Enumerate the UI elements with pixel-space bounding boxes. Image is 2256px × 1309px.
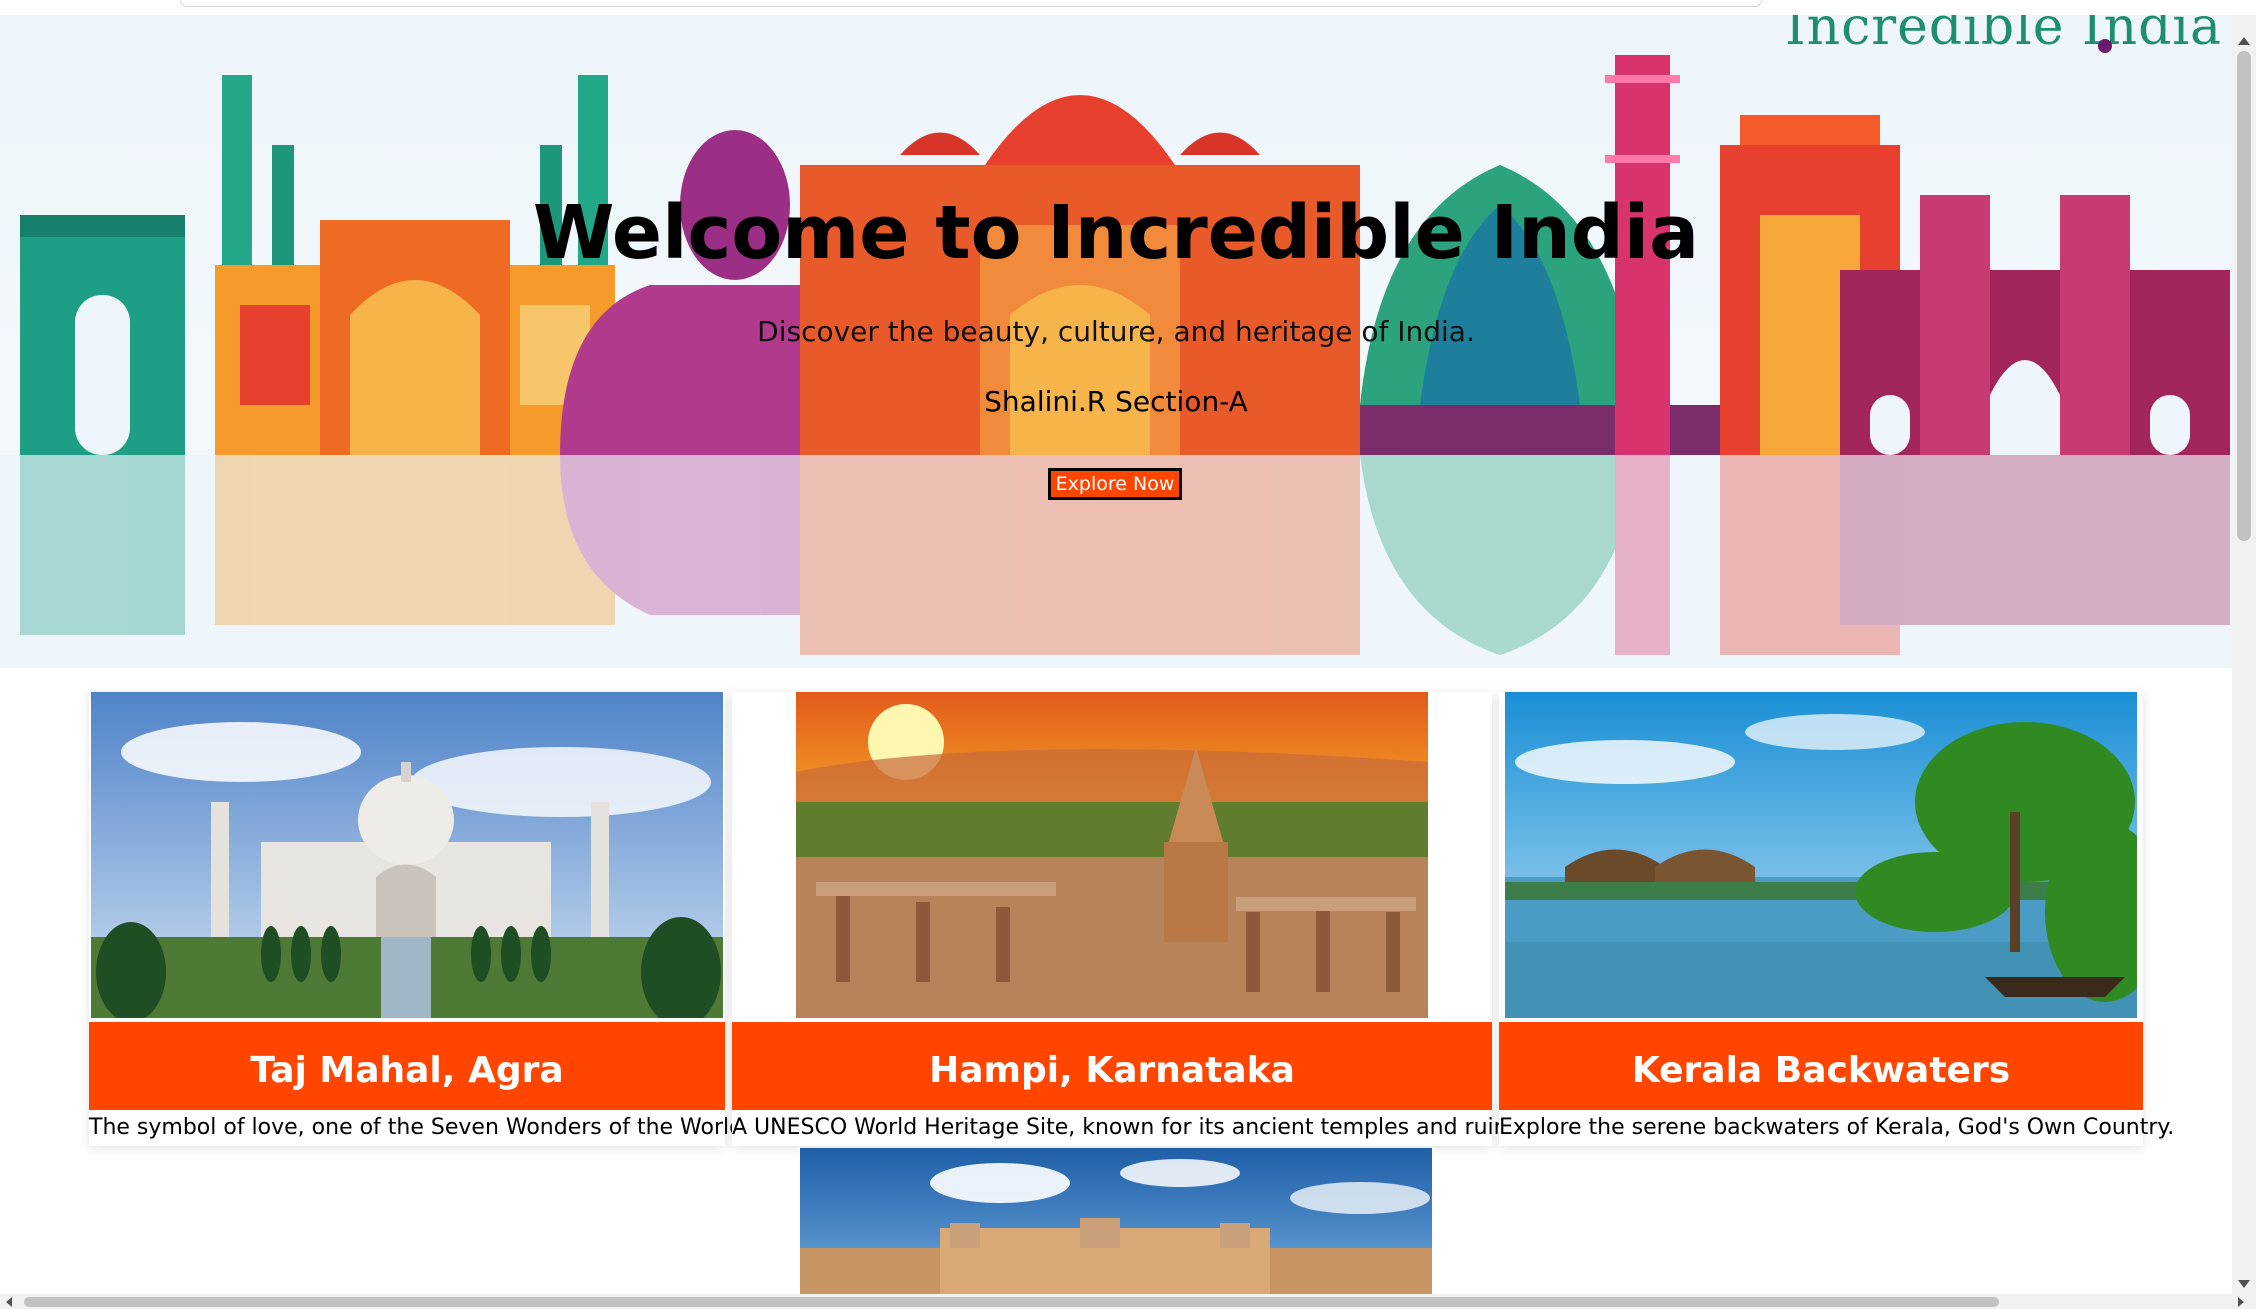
hero-banner: Incredible India Welcome to Incredible I… [0,15,2232,668]
hero-title: Welcome to Incredible India [532,190,1700,276]
brand-logo-dot [2098,39,2112,53]
address-bar-edge [180,0,1762,7]
taj-mahal-photo [91,692,723,1018]
scroll-left-arrow-icon[interactable] [6,1297,12,1307]
hero-subtitle: Discover the beauty, culture, and herita… [757,315,1475,348]
destination-card-taj-mahal[interactable]: Taj Mahal, Agra The symbol of love, one … [89,692,751,1146]
vertical-scrollbar[interactable] [2232,15,2256,1294]
destination-card-fort[interactable] [798,1148,1434,1294]
card-title: Kerala Backwaters [1499,1022,2143,1110]
vertical-scroll-thumb[interactable] [2237,51,2251,541]
scroll-up-arrow-icon[interactable] [2238,37,2250,45]
card-title: Taj Mahal, Agra [89,1022,725,1110]
explore-now-button[interactable]: Explore Now [1048,468,1182,500]
card-title: Hampi, Karnataka [732,1022,1492,1110]
scroll-down-arrow-icon[interactable] [2238,1280,2250,1288]
fort-photo [800,1148,1432,1294]
scroll-right-arrow-icon[interactable] [2238,1297,2244,1307]
hero-author: Shalini.R Section-A [984,385,1248,418]
destination-card-kerala[interactable]: Kerala Backwaters Explore the serene bac… [1499,692,2175,1146]
hampi-photo [796,692,1428,1018]
card-description: Explore the serene backwaters of Kerala,… [1499,1115,2175,1140]
destination-card-hampi[interactable]: Hampi, Karnataka A UNESCO World Heritage… [732,692,1527,1146]
card-description: A UNESCO World Heritage Site, known for … [732,1115,1527,1140]
horizontal-scroll-thumb[interactable] [24,1297,1999,1307]
browser-top-strip [0,0,2256,15]
horizontal-scrollbar[interactable] [0,1294,2256,1309]
kerala-backwaters-photo [1505,692,2137,1018]
card-description: The symbol of love, one of the Seven Won… [89,1115,751,1140]
brand-logo-text: Incredible India [1785,15,2222,57]
